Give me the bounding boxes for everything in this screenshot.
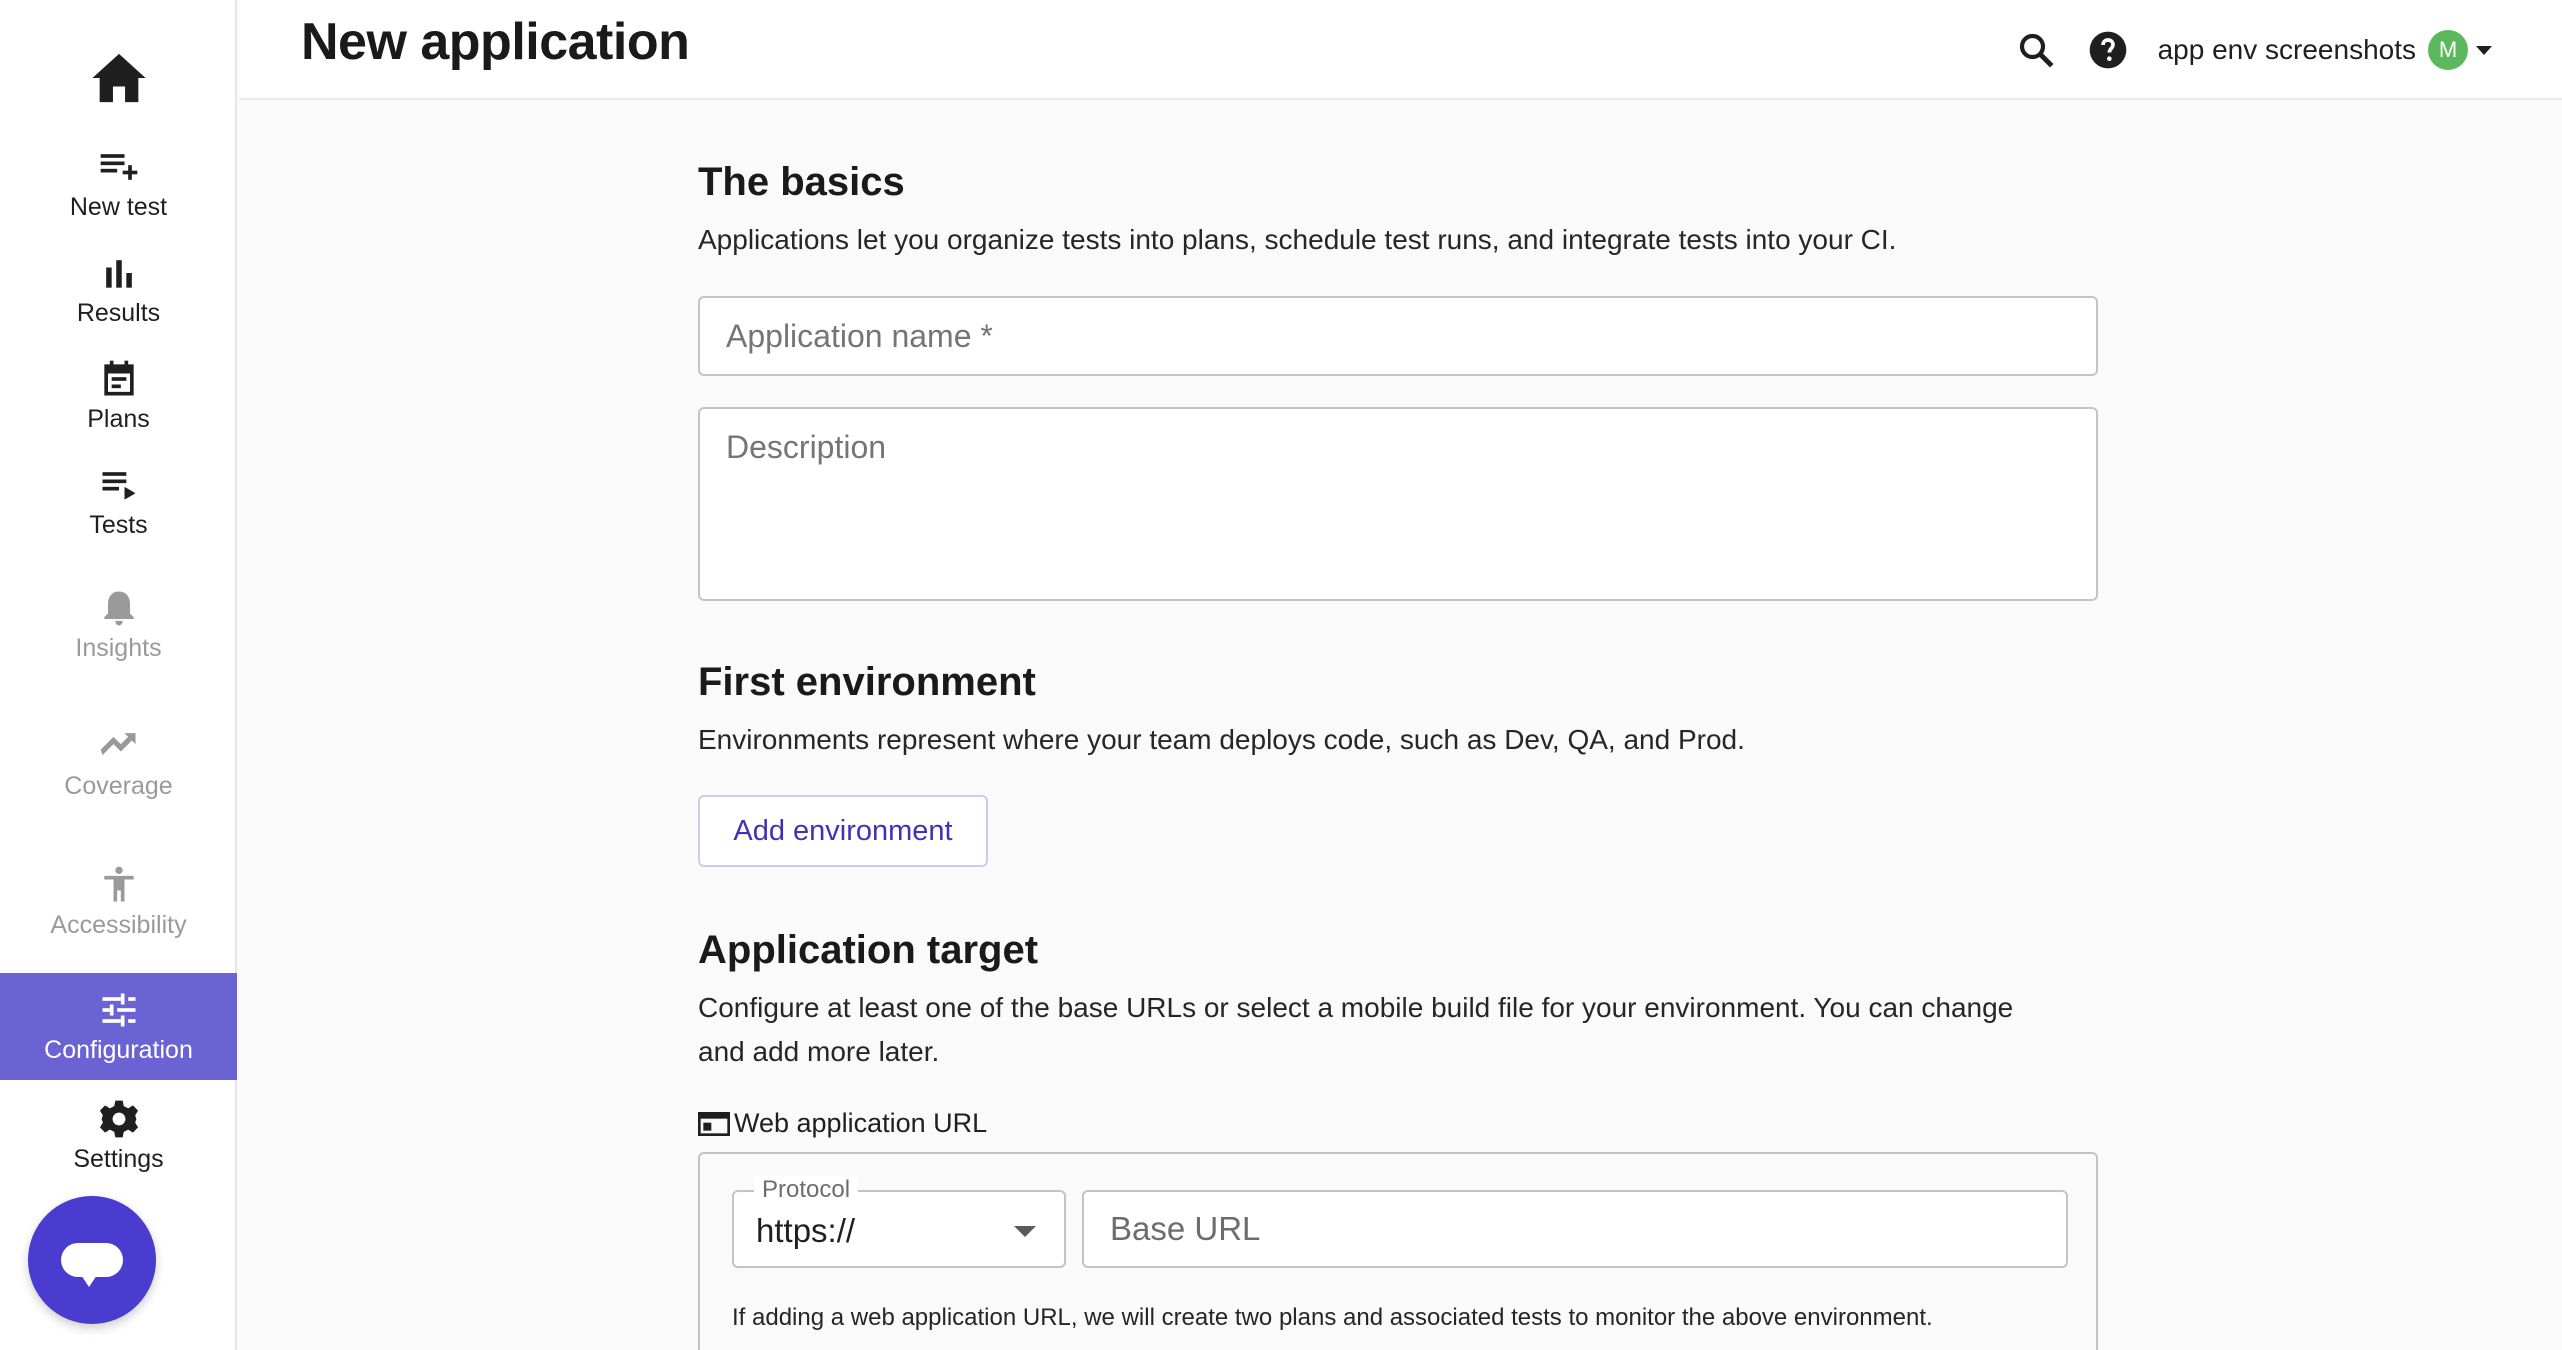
nav-insights-label: Insights [75,633,162,662]
top-header: New application app env screenshots M [239,0,2562,100]
gear-icon [99,1100,138,1137]
search-button[interactable] [2014,28,2058,72]
page-title: New application [301,13,690,71]
help-icon [2089,31,2126,69]
protocol-select[interactable]: Protocol https:// [732,1176,1066,1268]
web-application-label: Web application URL [698,1108,987,1139]
calendar-icon [103,360,134,395]
nav-settings-label: Settings [73,1144,164,1173]
chat-bubble-icon [61,1243,123,1287]
nav-tests[interactable]: Tests [0,456,237,546]
chat-button[interactable] [28,1196,156,1324]
account-menu[interactable]: app env screenshots M [2158,30,2492,70]
sidebar: New test Results Plans Tests Insights Co… [0,0,237,1350]
account-name: app env screenshots [2157,34,2416,65]
nav-configuration[interactable]: Configuration [0,973,237,1080]
header-actions: app env screenshots M [2014,24,2492,76]
nav-accessibility: Accessibility [0,851,237,951]
nav-coverage-label: Coverage [64,771,173,800]
bell-icon [103,591,134,625]
nav-new-test[interactable]: New test [0,138,237,228]
web-url-note: If adding a web application URL, we will… [732,1304,1933,1331]
bar-chart-icon [105,259,132,288]
nav-plans[interactable]: Plans [0,350,237,440]
help-button[interactable] [2086,28,2130,72]
nav-results-label: Results [76,298,161,327]
home-button[interactable] [0,38,237,118]
description-textarea[interactable] [698,407,2098,601]
nav-new-test-label: New test [69,192,168,221]
target-title: Application target [698,928,1039,972]
base-url-placeholder: Base URL [1110,1210,1261,1247]
nav-coverage: Coverage [0,712,237,812]
environment-description: Environments represent where your team d… [698,724,1745,755]
nav-accessibility-label: Accessibility [50,910,187,939]
web-url-group: Protocol https:// Base URL If adding a w… [698,1152,2098,1350]
caret-down-icon [2476,45,2492,55]
base-url-input[interactable]: Base URL [1082,1190,2068,1268]
playlist-add-icon [100,153,137,180]
basics-title: The basics [698,160,905,204]
search-icon [2019,33,2054,68]
dropdown-arrow-icon [1014,1226,1036,1237]
trending-up-icon [100,732,135,755]
target-description-line2: and add more later. [698,1036,940,1067]
nav-settings[interactable]: Settings [0,1090,237,1180]
environment-title: First environment [698,660,1036,704]
web-application-label-text: Web application URL [734,1108,988,1138]
browser-window-icon [698,1111,730,1136]
playlist-play-icon [102,471,135,500]
tune-icon [102,993,135,1027]
accessibility-icon [103,866,134,901]
nav-plans-label: Plans [87,404,150,433]
nav-configuration-label: Configuration [44,1036,193,1064]
nav-tests-label: Tests [89,510,148,539]
add-environment-button[interactable]: Add environment [698,795,988,867]
target-description-line1: Configure at least one of the base URLs … [698,992,2014,1023]
basics-description: Applications let you organize tests into… [698,224,1897,255]
home-icon [91,53,146,103]
protocol-label: Protocol [754,1176,859,1204]
application-name-input[interactable] [698,296,2098,376]
avatar: M [2428,30,2468,70]
protocol-value: https:// [756,1212,856,1249]
app-root: New test Results Plans Tests Insights Co… [0,0,2562,1350]
nav-results[interactable]: Results [0,244,237,334]
nav-insights: Insights [0,574,237,674]
